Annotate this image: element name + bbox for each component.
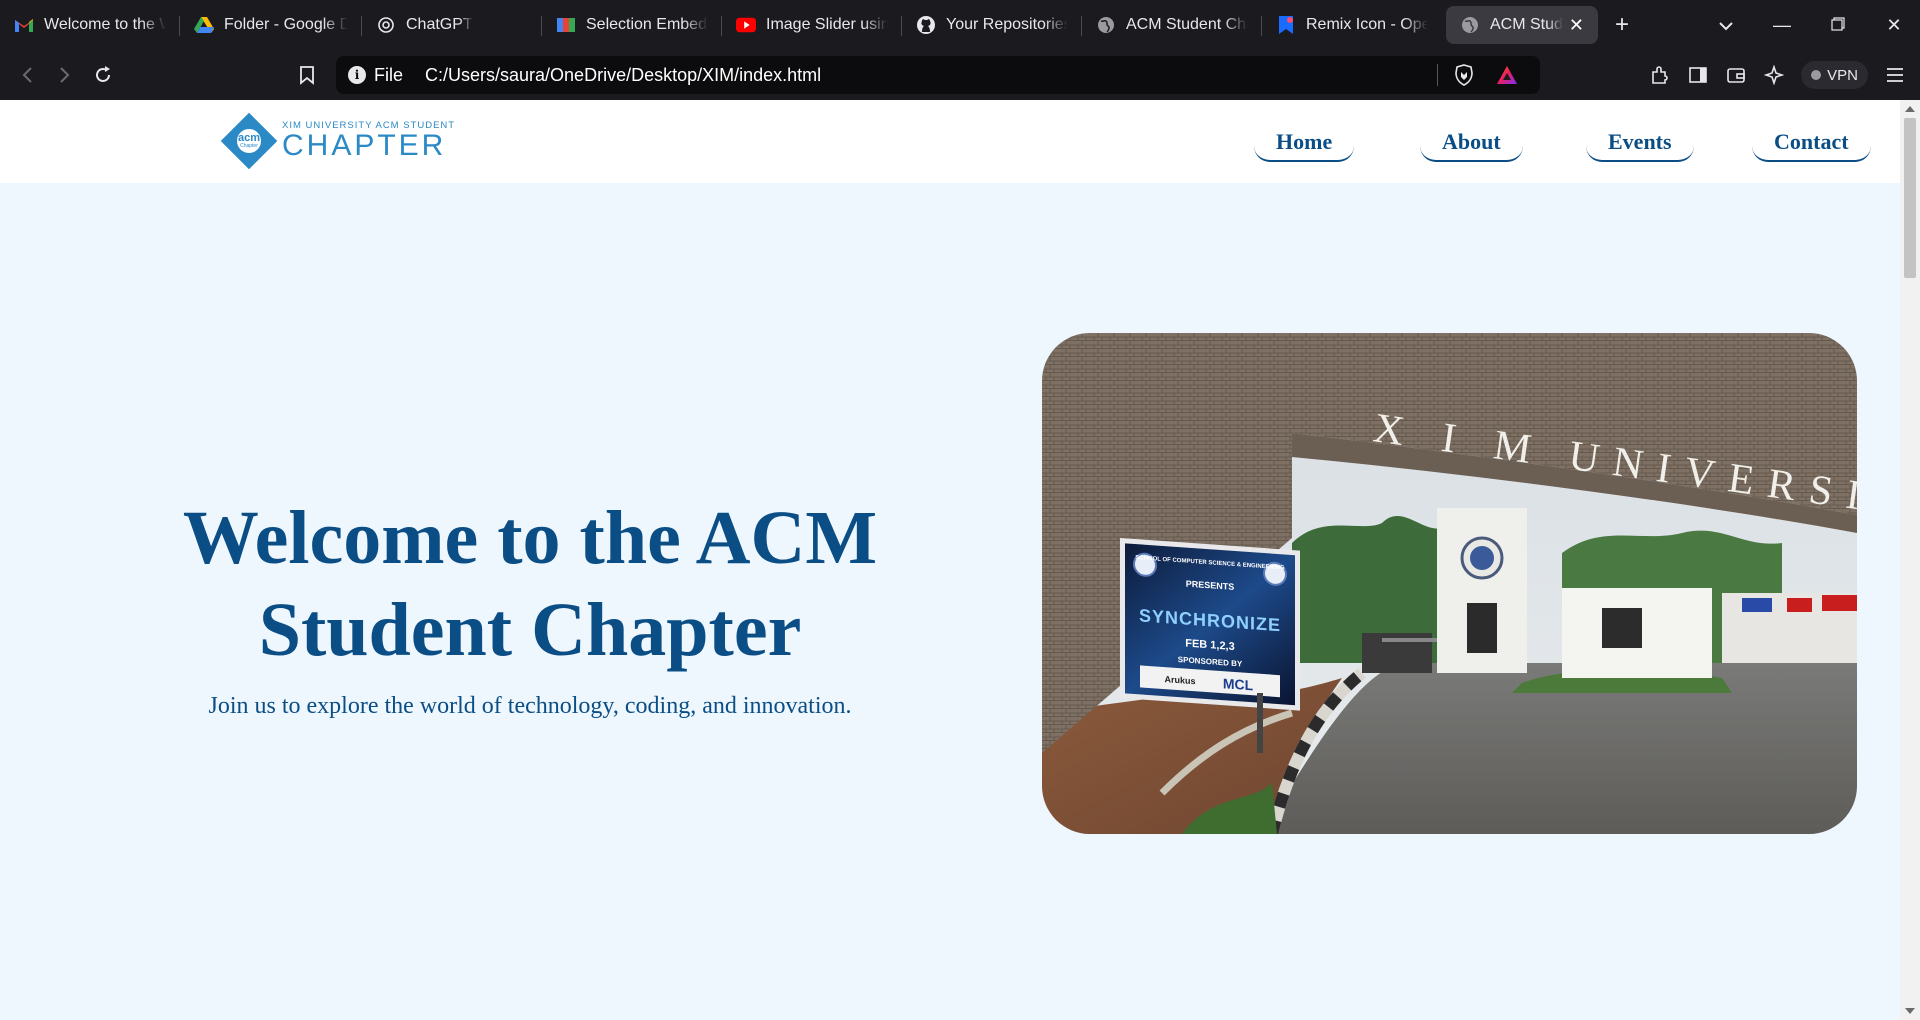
vertical-scrollbar[interactable] [1900, 100, 1920, 1020]
scroll-up-arrow-icon[interactable] [1905, 106, 1915, 112]
browser-tab[interactable]: Welcome to the W [0, 6, 180, 44]
acm-diamond-icon: acm Chapter [220, 112, 278, 170]
nav-contact[interactable]: Contact [1752, 124, 1871, 162]
restore-button[interactable] [1810, 15, 1866, 36]
tab-title: Folder - Google D [224, 16, 348, 33]
tab-title: Remix Icon - Ope [1306, 16, 1428, 33]
remix-icon [1276, 15, 1296, 35]
scrollbar-thumb[interactable] [1904, 118, 1916, 278]
browser-tab[interactable]: Your Repositories [902, 6, 1082, 44]
page-viewport: acm Chapter XIM University ACM Student C… [0, 100, 1900, 1020]
vpn-status-icon [1811, 70, 1822, 80]
tab-title: Welcome to the W [44, 16, 166, 33]
selection-embed-icon [556, 15, 576, 35]
close-tab-icon[interactable]: ✕ [1563, 15, 1584, 36]
leo-ai-icon[interactable] [1755, 56, 1793, 94]
site-info-icon[interactable]: i [348, 66, 366, 84]
gmail-icon [14, 15, 34, 35]
nav-events[interactable]: Events [1586, 124, 1694, 162]
browser-tab[interactable]: ACM Student Cha [1082, 6, 1262, 44]
browser-toolbar: i File C:/Users/saura/OneDrive/Desktop/X… [0, 50, 1920, 100]
campus-gate-photo: X I M UNIVERSITY SCHOOL OF COMPUTER SCIE… [1042, 333, 1857, 834]
minimize-button[interactable]: — [1754, 15, 1810, 36]
address-bar[interactable]: i File C:/Users/saura/OneDrive/Desktop/X… [336, 56, 1540, 94]
extensions-icon[interactable] [1641, 56, 1679, 94]
browser-tab[interactable]: Image Slider using [722, 6, 902, 44]
menu-icon[interactable] [1876, 56, 1914, 94]
wallet-icon[interactable] [1717, 56, 1755, 94]
tab-search-chevron-icon[interactable] [1698, 15, 1754, 36]
site-header: acm Chapter XIM University ACM Student C… [0, 100, 1900, 183]
close-window-button[interactable]: ✕ [1866, 15, 1920, 36]
vpn-label: VPN [1827, 66, 1858, 84]
scroll-down-arrow-icon[interactable] [1905, 1008, 1915, 1014]
tab-title: ACM Student [1490, 16, 1563, 33]
google-drive-icon [194, 15, 214, 35]
hero-subtitle: Join us to explore the world of technolo… [208, 693, 852, 719]
logo-big-text: CHAPTER [282, 129, 447, 163]
tab-strip: Welcome to the W Folder - Google D ChatG… [0, 0, 1920, 50]
tab-title: Your Repositories [946, 16, 1068, 33]
browser-tab-active[interactable]: ACM Student ✕ [1446, 6, 1598, 44]
tab-title: Image Slider using [766, 16, 888, 33]
back-button[interactable] [8, 56, 46, 94]
vpn-button[interactable]: VPN [1801, 61, 1868, 89]
bookmark-button[interactable] [288, 56, 326, 94]
tab-title: ACM Student Cha [1126, 16, 1248, 33]
tab-title: ChatGPT [406, 16, 473, 33]
browser-tab[interactable]: Remix Icon - Ope [1262, 6, 1442, 44]
chatgpt-icon [376, 15, 396, 35]
svg-text:MCL: MCL [1223, 675, 1254, 693]
youtube-icon [736, 15, 756, 35]
reload-button[interactable] [84, 56, 122, 94]
url-text[interactable]: C:/Users/saura/OneDrive/Desktop/XIM/inde… [425, 65, 821, 86]
sidebar-icon[interactable] [1679, 56, 1717, 94]
browser-tab[interactable]: Folder - Google D [180, 6, 362, 44]
browser-tab[interactable]: ChatGPT [362, 6, 542, 44]
browser-tab[interactable]: Selection Embed C [542, 6, 722, 44]
hero-title: Welcome to the ACM Student Chapter [100, 492, 960, 676]
acm-logo[interactable]: acm Chapter XIM University ACM Student C… [220, 112, 455, 170]
new-tab-button[interactable]: + [1602, 6, 1642, 44]
brave-rewards-icon[interactable] [1496, 65, 1518, 90]
github-icon [916, 15, 936, 35]
tab-title: Selection Embed C [586, 16, 708, 33]
nav-home[interactable]: Home [1254, 124, 1355, 162]
globe-icon [1096, 15, 1116, 35]
brave-shields-icon[interactable] [1454, 64, 1474, 91]
nav-about[interactable]: About [1420, 124, 1523, 162]
scheme-label: File [374, 64, 404, 85]
globe-icon [1460, 15, 1480, 35]
hero-title-line-1: Welcome to the ACM [182, 496, 878, 580]
forward-button[interactable] [46, 56, 84, 94]
hero-title-line-2: Student Chapter [258, 588, 802, 672]
